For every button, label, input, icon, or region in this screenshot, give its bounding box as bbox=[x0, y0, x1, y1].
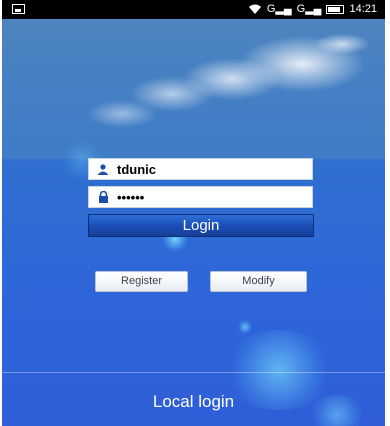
footer-divider bbox=[2, 372, 385, 373]
password-field[interactable]: •••••• bbox=[88, 186, 313, 208]
network-type-label-2: G bbox=[296, 3, 306, 15]
local-login-link[interactable]: Local login bbox=[2, 392, 385, 412]
wifi-icon bbox=[248, 4, 261, 14]
network-type-label: G bbox=[266, 3, 276, 15]
password-value: •••••• bbox=[117, 189, 145, 205]
lock-icon bbox=[89, 191, 117, 203]
cloud-background bbox=[2, 19, 385, 159]
status-icons: G▂▄ G▂▄ 14:21 bbox=[248, 3, 377, 15]
status-bar: G▂▄ G▂▄ 14:21 bbox=[2, 0, 385, 19]
register-button[interactable]: Register bbox=[95, 271, 188, 292]
username-value: tdunic bbox=[117, 161, 156, 177]
app-screen: G▂▄ G▂▄ 14:21 tdunic •••••• Login Regist… bbox=[2, 0, 385, 426]
status-time: 14:21 bbox=[349, 3, 377, 15]
signal-icon: G▂▄ bbox=[266, 3, 292, 15]
modify-button[interactable]: Modify bbox=[210, 271, 307, 292]
signal-icon-2: G▂▄ bbox=[296, 3, 322, 15]
battery-icon bbox=[326, 4, 345, 14]
username-field[interactable]: tdunic bbox=[88, 158, 313, 180]
light-glow-dot bbox=[238, 320, 252, 334]
login-button[interactable]: Login bbox=[88, 214, 314, 237]
user-icon bbox=[89, 163, 117, 175]
picture-icon bbox=[12, 4, 25, 14]
